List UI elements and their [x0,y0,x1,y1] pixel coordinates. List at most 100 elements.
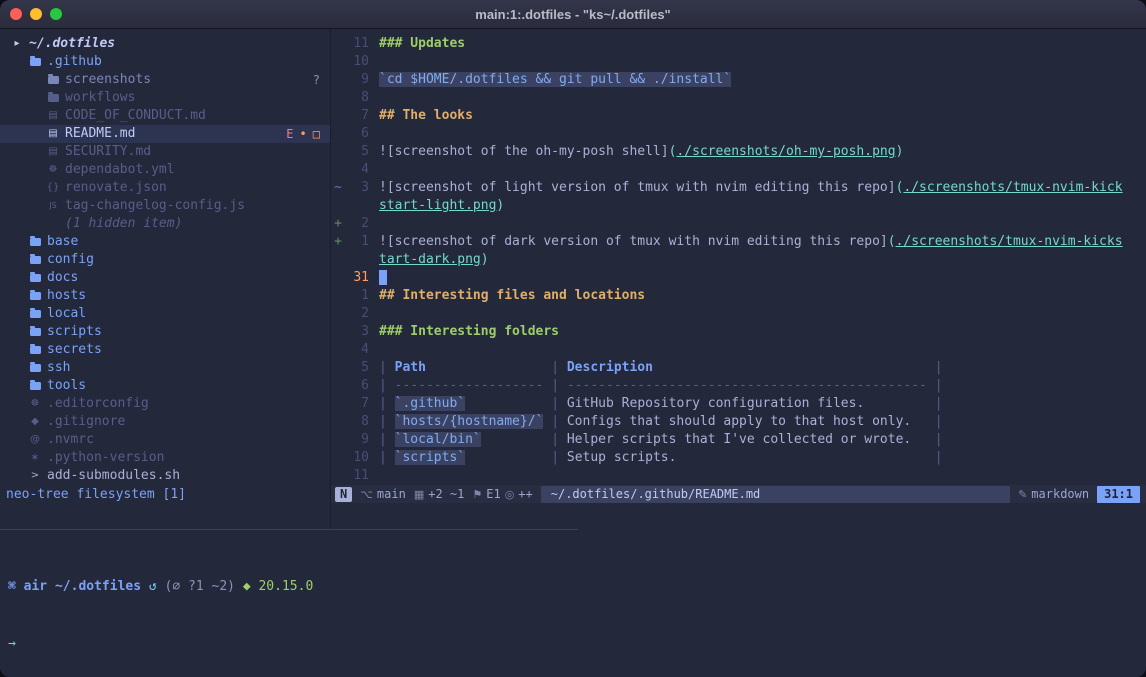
editor-line[interactable]: 7| `.github` | GitHub Repository configu… [331,395,1146,413]
editor-line[interactable]: 11### Updates [331,35,1146,53]
editor-line[interactable]: 5![screenshot of the oh-my-posh shell](.… [331,143,1146,161]
diff-icon: ▦ [414,488,424,501]
editor-line[interactable]: +1![screenshot of dark version of tmux w… [331,233,1146,251]
tree-item-label: ~/.dotfiles [29,35,115,53]
line-content: tart-dark.png) [379,251,1146,269]
sign-column [331,287,345,305]
line-content [379,125,1146,143]
editor-line[interactable]: tart-dark.png) [331,251,1146,269]
tree-item-github[interactable]: .github [0,53,330,71]
prompt-path: ~/.dotfiles [55,579,149,594]
markdown-link[interactable]: start-light.png [379,198,496,213]
tree-item-docs[interactable]: docs [0,269,330,287]
editor-line[interactable]: +2 [331,215,1146,233]
tree-item-local[interactable]: local [0,305,330,323]
minimize-window-button[interactable] [30,8,42,20]
shell-pane[interactable]: ⌘ air ~/.dotfiles ↺ (⌀ ?1 ~2) ◆ 20.15.0 … [0,530,1146,677]
git-refresh-icon: ↺ [149,579,165,594]
line-number: 11 [345,467,369,485]
editor-line[interactable]: 4 [331,341,1146,359]
editor-line[interactable]: 6| ------------------- | ---------------… [331,377,1146,395]
text-segment: | [927,414,943,429]
tree-item-scripts[interactable]: scripts [0,323,330,341]
line-content: `cd $HOME/.dotfiles && git pull && ./ins… [379,71,1146,89]
tree-item-screenshots[interactable]: screenshots? [0,71,330,89]
close-window-button[interactable] [10,8,22,20]
editor-line[interactable]: 10| `scripts` | Setup scripts. | [331,449,1146,467]
text-segment: Path [395,360,426,375]
tree-item-editorconfig[interactable]: ☸.editorconfig [0,395,330,413]
folder-icon [46,76,60,84]
sign-column [331,89,345,107]
editor-line[interactable]: 9| `local/bin` | Helper scripts that I'v… [331,431,1146,449]
tree-item-code-of-conduct-md[interactable]: ▤CODE_OF_CONDUCT.md [0,107,330,125]
tree-item-nvmrc[interactable]: @.nvmrc [0,431,330,449]
editor-buffer[interactable]: 11### Updates 10 9`cd $HOME/.dotfiles &&… [331,35,1146,485]
tree-item-hosts[interactable]: hosts [0,287,330,305]
line-number: 31 [345,269,369,287]
markdown-link[interactable]: tart-dark.png [379,252,481,267]
git-sign: ~ [331,179,345,197]
tree-item-dependabot-yml[interactable]: ☸dependabot.yml [0,161,330,179]
zoom-window-button[interactable] [50,8,62,20]
editor-line[interactable]: start-light.png) [331,197,1146,215]
markdown-link[interactable]: ./screenshots/oh-my-posh.png [676,144,895,159]
line-content [379,467,1146,485]
editor-line[interactable]: 31 [331,269,1146,287]
mode-indicator: N [335,487,352,502]
tree-item-dotfiles[interactable]: ▸~/.dotfiles [0,35,330,53]
text-segment: ) [481,252,489,267]
tree-item-base[interactable]: base [0,233,330,251]
markdown-link[interactable]: ./screenshots/tmux-nvim-kick [903,180,1122,195]
file-tree: ▸~/.dotfiles.githubscreenshots?workflows… [0,35,330,485]
sign-column [331,53,345,71]
text-segment: Configs that should apply to that host o… [567,414,911,429]
sign-column [331,161,345,179]
tree-item-config[interactable]: config [0,251,330,269]
tree-item-security-md[interactable]: ▤ SECURITY.md [0,143,330,161]
tree-item-tag-changelog-config-js[interactable]: JStag-changelog-config.js [0,197,330,215]
sign-column [331,35,345,53]
titlebar: main:1:.dotfiles - "ks~/.dotfiles" [0,0,1146,29]
line-content: | `.github` | GitHub Repository configur… [379,395,1146,413]
git-branch-segment: ⌥ main [360,487,406,501]
text-segment: ![screenshot of dark version of tmux wit… [379,234,888,249]
editor-line[interactable]: 4 [331,161,1146,179]
tree-item-readme-md[interactable]: ▤README.mdE•□ [0,125,330,143]
sign-column [331,125,345,143]
sign-column [331,449,345,467]
git-diff-stats: +2 ~1 [428,487,464,501]
tree-item-ssh[interactable]: ssh [0,359,330,377]
tree-item-python-version[interactable]: ∗.python-version [0,449,330,467]
editor-line[interactable]: 8 [331,89,1146,107]
tree-item-workflows[interactable]: workflows [0,89,330,107]
editor-line[interactable]: 10 [331,53,1146,71]
text-segment: | [543,450,566,465]
tree-item-secrets[interactable]: secrets [0,341,330,359]
editor-line[interactable]: ~3![screenshot of light version of tmux … [331,179,1146,197]
editor-line[interactable]: 2 [331,305,1146,323]
tree-item-1-hidden-item[interactable]: (1 hidden item) [0,215,330,233]
tree-item-label: dependabot.yml [65,161,175,179]
file-path[interactable]: ~/.dotfiles/.github/README.md [541,486,1010,503]
tree-item-label: .github [47,53,102,71]
tree-item-add-submodules-sh[interactable]: >add-submodules.sh [0,467,330,485]
editor-line[interactable]: 8| `hosts/{hostname}/` | Configs that sh… [331,413,1146,431]
editor-line[interactable]: 7## The looks [331,107,1146,125]
editor-line[interactable]: 11 [331,467,1146,485]
tree-item-renovate-json[interactable]: {}renovate.json [0,179,330,197]
tree-item-label: SECURITY.md [65,143,151,161]
git-branch-label: main [377,487,406,501]
pane-separator-horizontal[interactable] [0,529,1146,530]
text-segment: ----------------------------------------… [567,378,927,393]
editor-line[interactable]: 5| Path | Description | [331,359,1146,377]
tree-item-tools[interactable]: tools [0,377,330,395]
tree-item-gitignore[interactable]: ◆.gitignore [0,413,330,431]
text-segment [465,396,543,411]
editor-line[interactable]: 1## Interesting files and locations [331,287,1146,305]
editor-line[interactable]: 3### Interesting folders [331,323,1146,341]
file-md-icon: ▤ [46,143,60,161]
editor-line[interactable]: 9`cd $HOME/.dotfiles && git pull && ./in… [331,71,1146,89]
editor-line[interactable]: 6 [331,125,1146,143]
markdown-link[interactable]: ./screenshots/tmux-nvim-kicks [896,234,1123,249]
